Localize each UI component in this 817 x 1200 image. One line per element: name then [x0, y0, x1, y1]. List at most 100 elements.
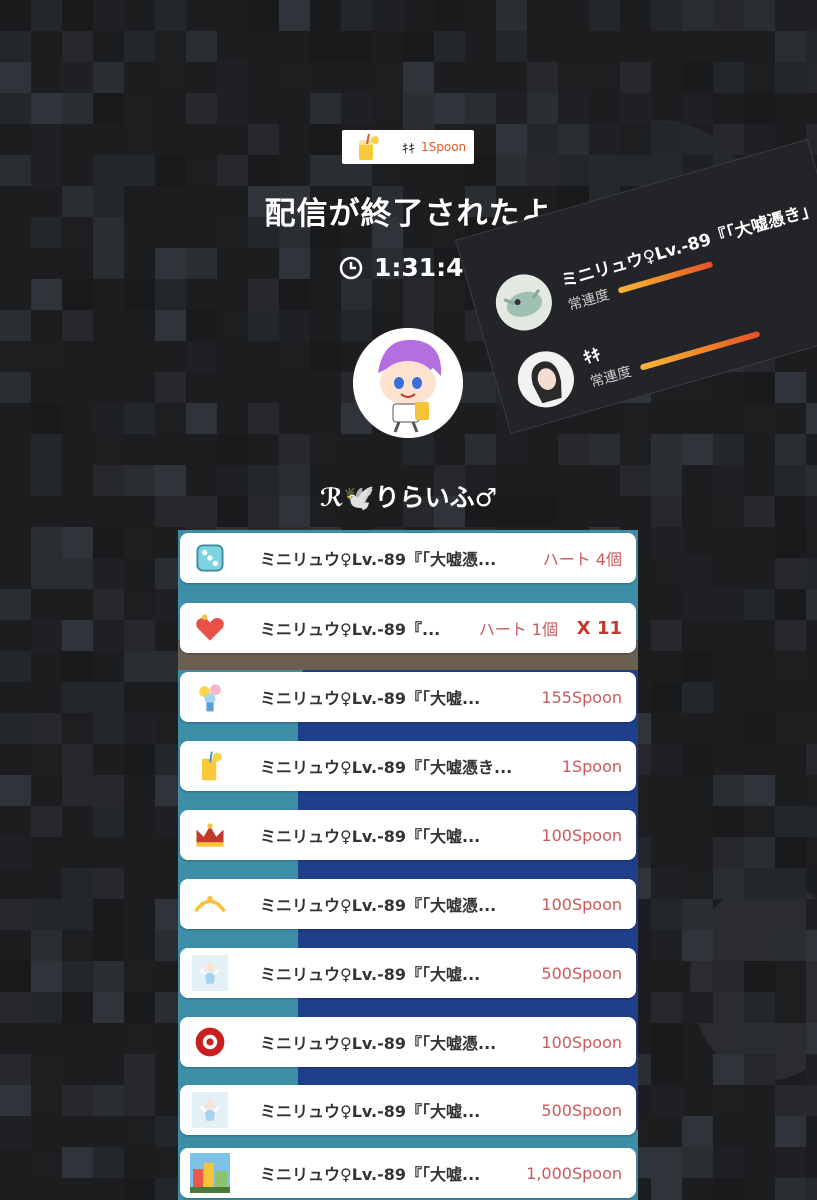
mosaic-tile — [527, 155, 558, 186]
mosaic-tile — [186, 31, 217, 62]
mosaic-tile — [682, 434, 713, 465]
mosaic-tile — [31, 744, 62, 775]
gift-item[interactable]: ミニリュウ♀Lv.-89『... ハート 1個 X 11 — [180, 603, 636, 653]
clock-icon — [339, 256, 363, 279]
mosaic-tile — [682, 62, 713, 93]
mosaic-tile — [341, 0, 372, 31]
mosaic-tile — [93, 403, 124, 434]
mosaic-tile — [713, 837, 744, 868]
gift-item[interactable]: ミニリュウ♀Lv.-89『「大嘘憑... 100Spoon — [180, 879, 636, 929]
mosaic-tile — [713, 868, 744, 899]
mosaic-tile — [0, 93, 31, 124]
mosaic-tile — [62, 527, 93, 558]
mosaic-tile — [310, 341, 341, 372]
mosaic-tile — [0, 992, 31, 1023]
gift-item[interactable]: ミニリュウ♀Lv.-89『「大嘘... 500Spoon — [180, 1085, 636, 1135]
mosaic-tile — [434, 31, 465, 62]
gift-sender-name: ミニリュウ♀Lv.-89『「大嘘... — [260, 965, 481, 984]
mosaic-tile — [620, 93, 651, 124]
mosaic-tile — [93, 589, 124, 620]
mosaic-tile — [62, 775, 93, 806]
mosaic-tile — [155, 310, 186, 341]
mosaic-tile — [31, 527, 62, 558]
mosaic-tile — [0, 155, 31, 186]
mosaic-tile — [775, 1116, 806, 1147]
gift-item[interactable]: ミニリュウ♀Lv.-89『「大嘘憑... 100Spoon — [180, 1017, 636, 1067]
mosaic-tile — [806, 62, 817, 93]
mosaic-tile — [713, 961, 744, 992]
mosaic-tile — [93, 1147, 124, 1178]
mosaic-tile — [93, 806, 124, 837]
mosaic-tile — [713, 806, 744, 837]
town-icon — [186, 1151, 234, 1195]
juice-icon — [186, 744, 234, 788]
mosaic-tile — [62, 0, 93, 31]
mosaic-tile — [186, 310, 217, 341]
mosaic-tile — [341, 310, 372, 341]
host-avatar[interactable] — [353, 328, 463, 438]
mosaic-tile — [496, 434, 527, 465]
mosaic-tile — [0, 961, 31, 992]
mosaic-tile — [806, 744, 817, 775]
gift-item[interactable]: ミニリュウ♀Lv.-89『「大嘘... 100Spoon — [180, 810, 636, 860]
mosaic-tile — [0, 775, 31, 806]
mosaic-tile — [124, 1178, 155, 1200]
mosaic-tile — [527, 62, 558, 93]
mosaic-tile — [279, 341, 310, 372]
mosaic-tile — [403, 93, 434, 124]
mosaic-tile — [775, 930, 806, 961]
mosaic-tile — [31, 558, 62, 589]
mosaic-tile — [403, 62, 434, 93]
mosaic-tile — [651, 930, 682, 961]
mosaic-tile — [651, 682, 682, 713]
mosaic-tile — [744, 403, 775, 434]
mosaic-tile — [682, 682, 713, 713]
mosaic-tile — [186, 248, 217, 279]
mosaic-tile — [248, 0, 279, 31]
mosaic-tile — [682, 93, 713, 124]
gift-item[interactable]: ミニリュウ♀Lv.-89『「大嘘憑き... 1Spoon — [180, 741, 636, 791]
mosaic-tile — [0, 837, 31, 868]
mosaic-tile — [310, 434, 341, 465]
gift-item[interactable]: ミニリュウ♀Lv.-89『「大嘘... 155Spoon — [180, 672, 636, 722]
mosaic-tile — [775, 620, 806, 651]
mosaic-tile — [217, 310, 248, 341]
gift-item[interactable]: ミニリュウ♀Lv.-89『「大嘘... 1,000Spoon — [180, 1148, 636, 1198]
mosaic-tile — [155, 0, 186, 31]
mosaic-tile — [744, 868, 775, 899]
mosaic-tile — [372, 0, 403, 31]
mosaic-tile — [279, 310, 310, 341]
mosaic-tile — [806, 403, 817, 434]
mosaic-tile — [217, 434, 248, 465]
mosaic-tile — [0, 899, 31, 930]
mosaic-tile — [124, 961, 155, 992]
mosaic-tile — [620, 124, 651, 155]
mosaic-tile — [713, 775, 744, 806]
mosaic-tile — [682, 1147, 713, 1178]
gift-sender-name: ミニリュウ♀Lv.-89『「大嘘憑... — [260, 896, 497, 915]
mosaic-tile — [341, 279, 372, 310]
mosaic-tile — [62, 620, 93, 651]
mosaic-tile — [775, 558, 806, 589]
mosaic-tile — [496, 155, 527, 186]
mosaic-tile — [775, 651, 806, 682]
gift-item[interactable]: ミニリュウ♀Lv.-89『「大嘘... 500Spoon — [180, 948, 636, 998]
mosaic-tile — [310, 31, 341, 62]
mosaic-tile — [651, 434, 682, 465]
mosaic-tile — [775, 837, 806, 868]
mosaic-tile — [713, 1054, 744, 1085]
mosaic-tile — [651, 124, 682, 155]
mosaic-tile — [93, 682, 124, 713]
mosaic-tile — [279, 248, 310, 279]
mosaic-tile — [775, 372, 806, 403]
gift-sender-name: ミニリュウ♀Lv.-89『「大嘘... — [260, 1165, 481, 1184]
mosaic-tile — [93, 0, 124, 31]
mosaic-tile — [124, 992, 155, 1023]
mosaic-tile — [496, 31, 527, 62]
mosaic-tile — [682, 558, 713, 589]
mosaic-tile — [372, 279, 403, 310]
mosaic-tile — [124, 124, 155, 155]
dragon-avatar-image — [495, 274, 552, 331]
mosaic-tile — [248, 124, 279, 155]
gift-item[interactable]: ミニリュウ♀Lv.-89『「大嘘憑... ハート 4個 — [180, 533, 636, 583]
